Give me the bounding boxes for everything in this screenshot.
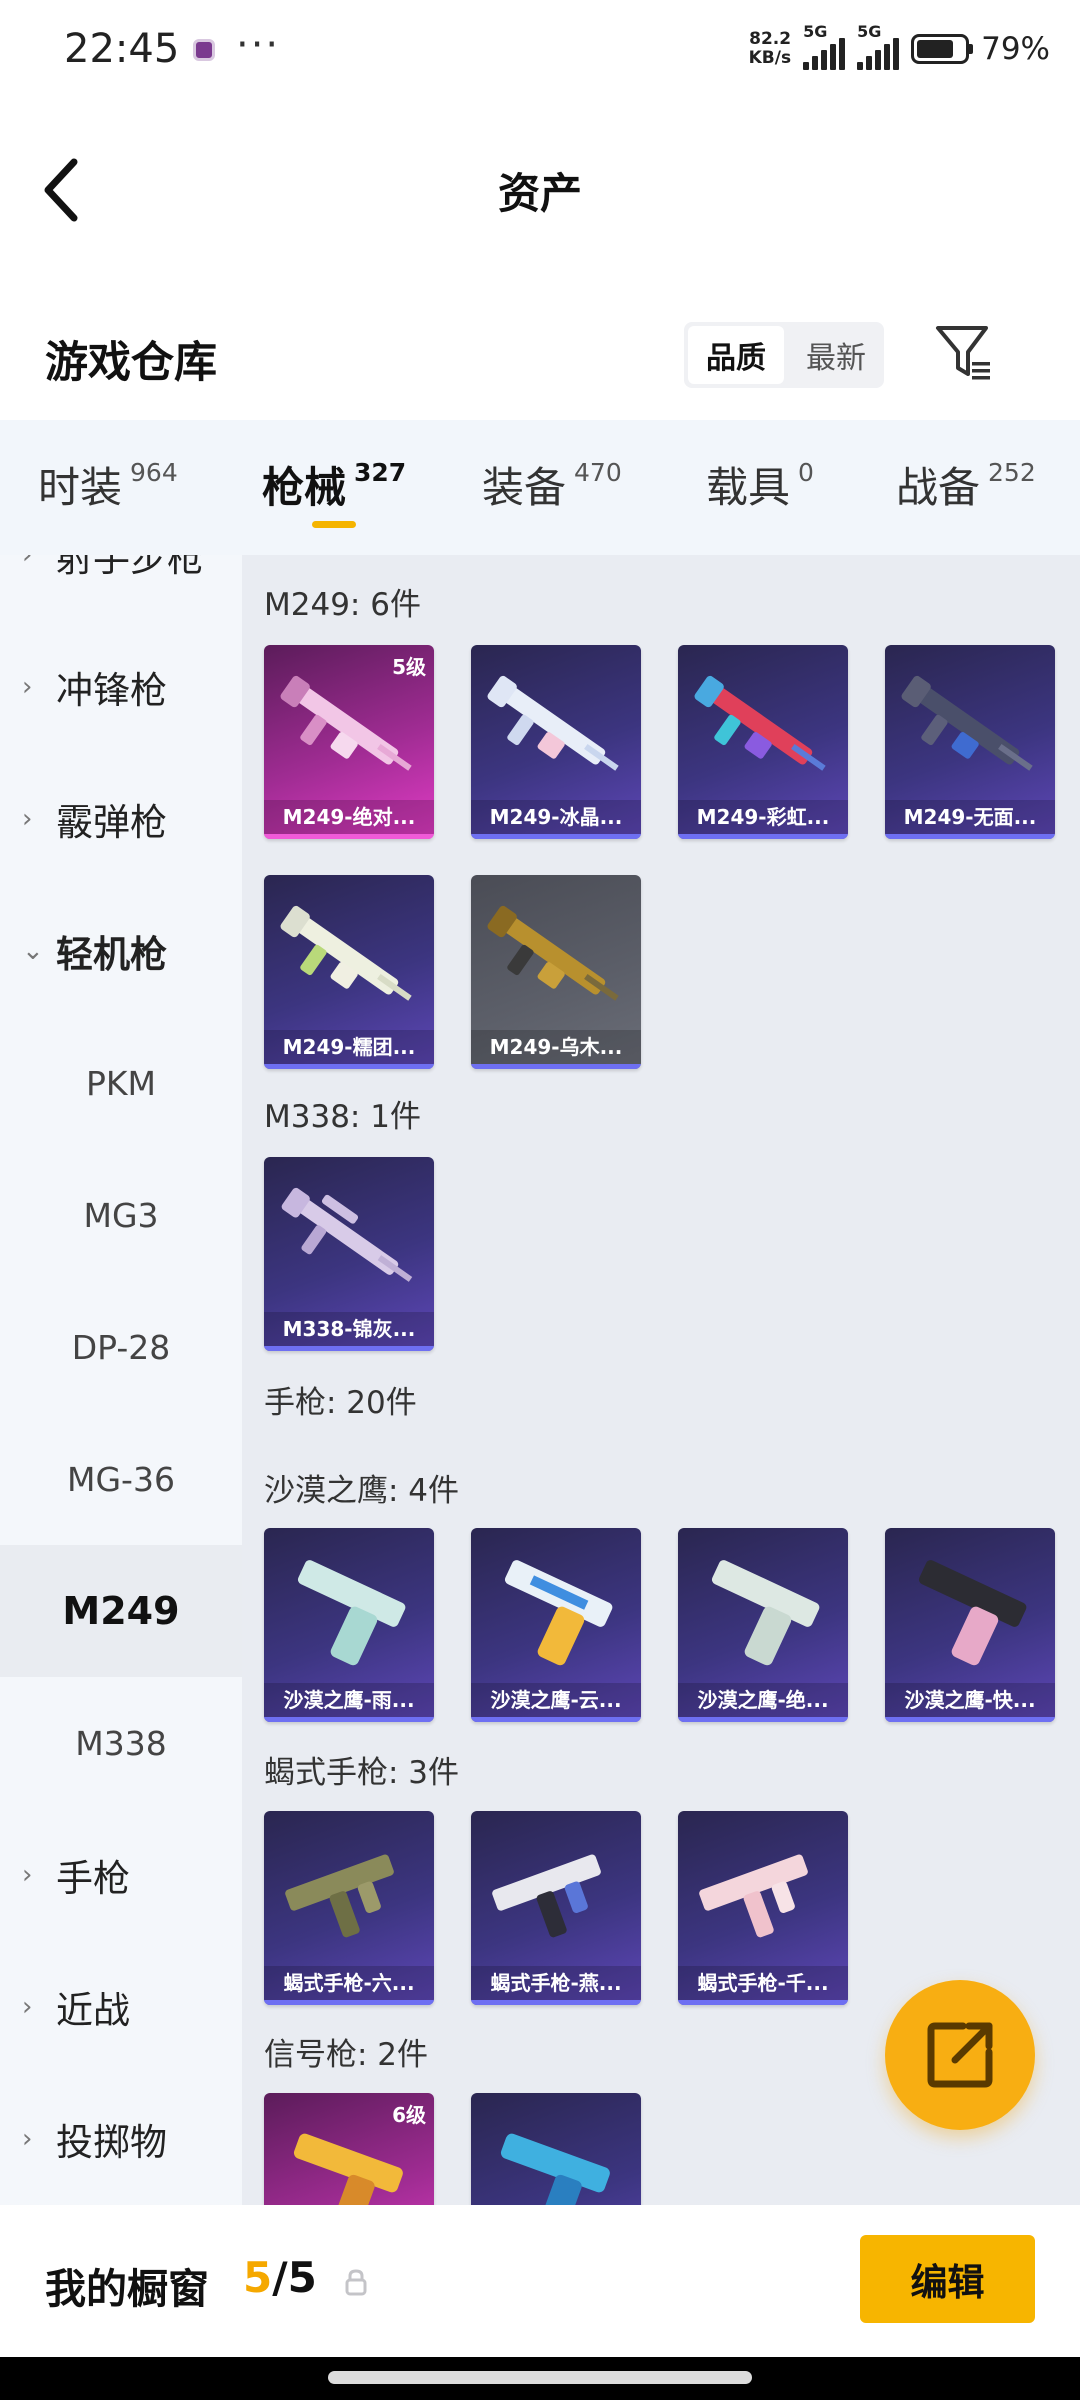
sidebar-item-melee[interactable]: › 近战 xyxy=(0,1941,242,2073)
sort-toggle: 品质 最新 xyxy=(684,322,884,388)
edit-button[interactable]: 编辑 xyxy=(860,2235,1035,2323)
pistol-icon xyxy=(918,1560,1027,1666)
sidebar-item-mg3[interactable]: MG3 xyxy=(0,1149,242,1281)
chevron-right-icon: › xyxy=(22,804,33,834)
group-header-pistol: 手枪: 20件 xyxy=(264,1385,417,1421)
signal-icon: 5G xyxy=(803,22,846,70)
weapon-card[interactable]: 沙漠之鹰-快... xyxy=(885,1528,1055,1722)
filter-icon[interactable] xyxy=(934,322,994,384)
network-speed: 82.2 KB/s xyxy=(748,29,792,68)
lock-icon xyxy=(345,2269,367,2296)
rifle-icon xyxy=(487,675,619,771)
weapon-card[interactable]: 蝎式手枪-千... xyxy=(678,1811,848,2005)
sidebar-item-marksman[interactable]: › 射手步枪 xyxy=(0,555,242,621)
pistol-icon xyxy=(504,1560,613,1666)
tab-firearms[interactable]: 枪械 327 xyxy=(262,454,406,515)
weapon-card[interactable]: 蝎式手枪-燕... xyxy=(471,1811,641,2005)
sort-quality-button[interactable]: 品质 xyxy=(688,326,784,384)
weapon-card[interactable]: 6级 xyxy=(264,2093,434,2205)
weapon-category-sidebar[interactable]: › 射手步枪 › 冲锋枪 › 霰弹枪 ⌄ 轻机枪 PKM MG3 DP-28 M… xyxy=(0,555,242,2205)
sort-newest-button[interactable]: 最新 xyxy=(788,322,884,388)
rifle-icon xyxy=(281,1187,413,1282)
system-navigation-bar xyxy=(0,2357,1080,2400)
pistol-icon xyxy=(297,1560,406,1666)
tab-equipment[interactable]: 装备 470 xyxy=(482,454,622,515)
home-indicator[interactable] xyxy=(328,2371,752,2384)
rifle-icon xyxy=(901,675,1033,771)
smg-icon xyxy=(492,1854,601,1938)
weapon-card[interactable]: M249-冰晶... xyxy=(471,645,641,839)
sidebar-item-mg36[interactable]: MG-36 xyxy=(0,1413,242,1545)
rifle-icon xyxy=(280,675,412,771)
sidebar-item-lmg[interactable]: ⌄ 轻机枪 xyxy=(0,885,242,1017)
chevron-right-icon: › xyxy=(22,672,33,702)
weapon-card[interactable]: 蝎式手枪-六... xyxy=(264,1811,434,2005)
flare-gun-icon xyxy=(293,2133,403,2205)
weapon-card[interactable] xyxy=(471,2093,641,2205)
chevron-right-icon: › xyxy=(22,555,33,570)
tab-vehicles[interactable]: 载具 0 xyxy=(706,454,814,515)
weapon-card[interactable]: M249-彩虹... xyxy=(678,645,848,839)
chevron-right-icon: › xyxy=(22,1992,33,2022)
weapon-card[interactable]: M249-糯团... xyxy=(264,875,434,1069)
group-header-scorpion: 蝎式手枪: 3件 xyxy=(264,1755,460,1791)
showcase-bar: 我的橱窗 5/5 编辑 xyxy=(0,2205,1080,2357)
weapon-grid[interactable]: M249: 6件 5级 M249-绝对... M249-冰晶... M249-彩… xyxy=(242,555,1080,2205)
smg-icon xyxy=(285,1854,394,1938)
status-right: 82.2 KB/s 5G 5G 79% xyxy=(748,22,1050,74)
more-notifications-icon: ··· xyxy=(236,22,281,68)
group-header-deagle: 沙漠之鹰: 4件 xyxy=(264,1473,460,1509)
group-header-m249: M249: 6件 xyxy=(264,587,421,623)
active-tab-indicator xyxy=(312,521,356,528)
tab-fashion[interactable]: 时装 964 xyxy=(38,454,178,515)
showcase-label: 我的橱窗 xyxy=(45,2265,209,2313)
smg-icon xyxy=(699,1854,808,1938)
group-header-m338: M338: 1件 xyxy=(264,1099,421,1135)
group-header-flare: 信号枪: 2件 xyxy=(264,2037,429,2073)
share-button[interactable] xyxy=(885,1980,1035,2130)
flare-gun-icon xyxy=(500,2133,610,2205)
battery-percent: 79% xyxy=(981,31,1050,67)
chevron-right-icon: › xyxy=(22,1860,33,1890)
weapon-card[interactable]: M249-乌木... xyxy=(471,875,641,1069)
sidebar-item-pistol[interactable]: › 手枪 xyxy=(0,1809,242,1941)
status-bar: 22:45 ··· 82.2 KB/s 5G 5G 79% xyxy=(0,0,1080,100)
sidebar-item-dp28[interactable]: DP-28 xyxy=(0,1281,242,1413)
sidebar-item-m338[interactable]: M338 xyxy=(0,1677,242,1809)
status-time: 22:45 xyxy=(64,26,180,72)
chevron-right-icon: › xyxy=(22,2124,33,2154)
showcase-count: 5/5 xyxy=(243,2253,317,2302)
signal-icon: 5G xyxy=(857,22,900,70)
sidebar-item-pkm[interactable]: PKM xyxy=(0,1017,242,1149)
weapon-card[interactable]: 沙漠之鹰-雨... xyxy=(264,1528,434,1722)
page-title: 资产 xyxy=(497,169,582,218)
sidebar-item-throwables[interactable]: › 投掷物 xyxy=(0,2073,242,2205)
rifle-icon xyxy=(487,905,619,1001)
app-notification-icon xyxy=(193,39,215,61)
weapon-card[interactable]: M249-无面... xyxy=(885,645,1055,839)
battery-icon xyxy=(911,34,974,64)
weapon-card[interactable]: M338-锦灰... xyxy=(264,1157,434,1351)
tab-supplies[interactable]: 战备 252 xyxy=(896,454,1036,515)
rifle-icon xyxy=(280,905,412,1001)
sidebar-item-m249[interactable]: M249 xyxy=(0,1545,242,1677)
category-tabs: 时装 964 枪械 327 装备 470 载具 0 战备 252 xyxy=(0,420,1080,555)
warehouse-title: 游戏仓库 xyxy=(45,338,217,388)
weapon-card[interactable]: 沙漠之鹰-云... xyxy=(471,1528,641,1722)
rifle-icon xyxy=(694,675,826,771)
sidebar-item-shotgun[interactable]: › 霰弹枪 xyxy=(0,753,242,885)
weapon-card[interactable]: 沙漠之鹰-绝... xyxy=(678,1528,848,1722)
weapon-card[interactable]: 5级 M249-绝对... xyxy=(264,645,434,839)
share-external-icon xyxy=(927,2022,993,2088)
pistol-icon xyxy=(711,1560,820,1666)
chevron-down-icon: ⌄ xyxy=(22,936,44,966)
sidebar-item-smg[interactable]: › 冲锋枪 xyxy=(0,621,242,753)
